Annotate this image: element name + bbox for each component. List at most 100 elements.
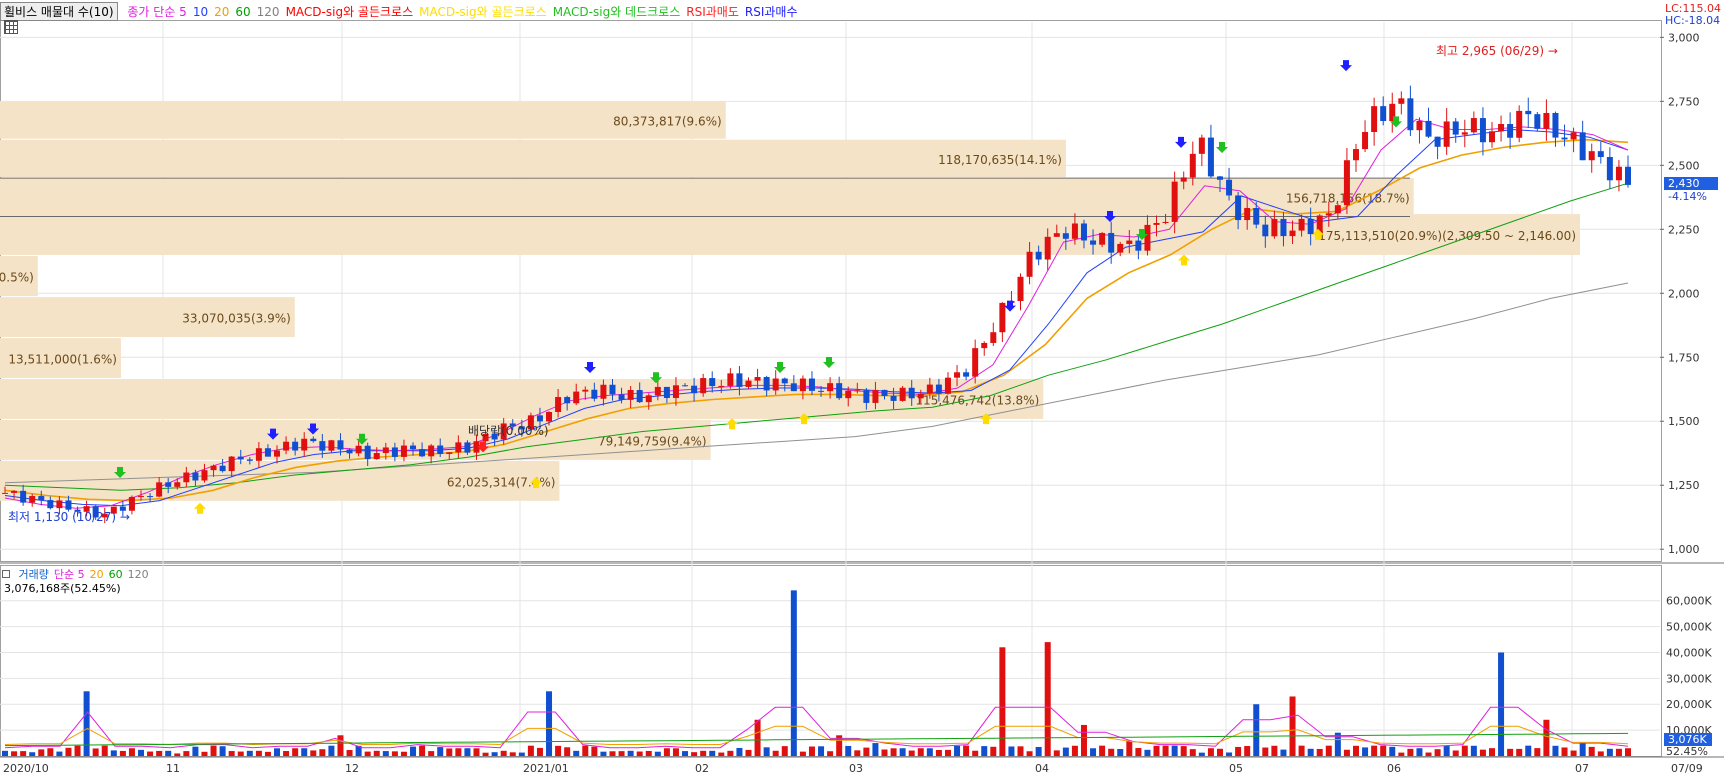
volume-bar — [1534, 748, 1541, 756]
candle-body — [174, 482, 181, 487]
candle-body — [310, 438, 317, 442]
chart-svg[interactable]: 80,373,817(9.6%)118,170,635(14.1%)156,71… — [0, 0, 1724, 778]
candle-body — [1307, 218, 1314, 235]
volume-bar — [1162, 745, 1169, 756]
candle-body — [1380, 106, 1387, 121]
volume-bar — [1035, 746, 1042, 756]
volume-bar — [1126, 740, 1133, 756]
volume-bar — [228, 751, 235, 756]
candle-body — [718, 385, 725, 387]
candle-body — [1262, 224, 1269, 237]
volume-bar — [1352, 745, 1359, 756]
legend-item-0[interactable]: 종가 단순 5 — [127, 5, 186, 19]
candle-body — [672, 385, 679, 399]
legend-item-8[interactable]: RSI과매도 — [686, 5, 739, 19]
legend-item-4[interactable]: 120 — [257, 5, 280, 19]
candle-body — [1398, 98, 1405, 104]
legend-item-5[interactable]: MACD-sig와 골든크로스 — [286, 5, 414, 19]
candle-body — [1498, 124, 1505, 132]
volume-legend-item-4[interactable]: 120 — [128, 568, 149, 581]
volume-bar — [808, 746, 815, 756]
candle-body — [972, 348, 979, 377]
candle-body — [11, 490, 18, 493]
time-tick-label: 02 — [695, 762, 709, 775]
volume-bar — [138, 749, 145, 756]
volume-bar — [473, 748, 480, 756]
candle-body — [1298, 218, 1305, 231]
volume-bar — [274, 748, 281, 756]
candle-body — [1625, 166, 1631, 185]
volume-bar — [1271, 745, 1278, 756]
candle-body — [165, 482, 172, 487]
candle-body — [1479, 118, 1486, 143]
candle-body — [1452, 121, 1459, 135]
candle-body — [1244, 208, 1251, 221]
volume-bar — [818, 746, 825, 756]
volume-bar — [310, 750, 317, 756]
grid-toggle-icon[interactable] — [4, 20, 18, 34]
candle-body — [237, 456, 244, 460]
volume-bar — [192, 746, 199, 756]
volume-bar — [1488, 748, 1495, 756]
volume-bar — [944, 749, 951, 756]
volume-bar — [38, 749, 45, 756]
volume-bar — [799, 751, 806, 756]
volume-bar — [1625, 748, 1631, 756]
title-box[interactable]: 휠비스 매물대 수(10) — [0, 2, 118, 21]
legend-item-9[interactable]: RSI과매수 — [745, 5, 798, 19]
dividend-annotation: 배당락(0.00%) — [468, 424, 549, 438]
volume-bar — [1461, 745, 1468, 756]
candle-body — [981, 342, 988, 349]
time-tick-label: 07 — [1575, 762, 1589, 775]
legend-item-3[interactable]: 60 — [235, 5, 250, 19]
volume-bar — [854, 750, 861, 756]
candle-body — [863, 390, 870, 403]
volume-bar — [1008, 746, 1015, 756]
candle-body — [201, 470, 208, 481]
volume-bar — [1380, 745, 1387, 756]
candle-body — [1017, 276, 1024, 302]
candle-body — [1434, 136, 1441, 147]
volume-bar — [1606, 748, 1613, 756]
candle-body — [364, 445, 371, 460]
volume-bar — [999, 647, 1006, 756]
volume-bar — [591, 746, 598, 756]
volume-bar — [1135, 748, 1142, 756]
candle-body — [219, 465, 226, 472]
volume-bar — [972, 750, 979, 756]
candle-body — [1226, 179, 1233, 196]
candle-body — [147, 496, 154, 498]
candle-body — [1099, 232, 1106, 245]
candle-body — [654, 386, 661, 396]
volume-bar — [283, 751, 290, 756]
volume-profile-label: 33,070,035(3.9%) — [182, 312, 291, 326]
candle-body — [890, 395, 897, 401]
candle-body — [1352, 149, 1359, 161]
volume-bar — [935, 749, 942, 756]
volume-tick-label: 20,000K — [1666, 698, 1712, 711]
legend-item-1[interactable]: 10 — [193, 5, 208, 19]
volume-bar — [20, 751, 27, 756]
volume-bar — [1552, 745, 1559, 756]
right-arrow-icon: → — [1547, 44, 1558, 58]
candle-body — [264, 448, 271, 457]
volume-tick-label: 50,000K — [1666, 621, 1712, 634]
volume-bar — [210, 745, 217, 756]
price-tick-label: 2,750 — [1668, 95, 1700, 108]
candle-body — [1325, 213, 1332, 216]
time-tick-label: 03 — [849, 762, 863, 775]
candle-body — [1171, 181, 1178, 222]
volume-tick-label: 30,000K — [1666, 672, 1712, 685]
candle-body — [1516, 110, 1523, 138]
volume-bar — [319, 749, 326, 756]
volume-bar — [1479, 749, 1486, 756]
time-tick-label: 05 — [1229, 762, 1243, 775]
candle-body — [428, 445, 435, 457]
volume-bar — [1597, 751, 1604, 756]
volume-bar — [1216, 748, 1223, 756]
legend-item-2[interactable]: 20 — [214, 5, 229, 19]
legend-item-6[interactable]: MACD-sig와 골든크로스 — [419, 5, 547, 19]
stock-chart[interactable]: 80,373,817(9.6%)118,170,635(14.1%)156,71… — [0, 0, 1724, 778]
candle-body — [246, 459, 253, 461]
legend-item-7[interactable]: MACD-sig와 데드크로스 — [553, 5, 681, 19]
